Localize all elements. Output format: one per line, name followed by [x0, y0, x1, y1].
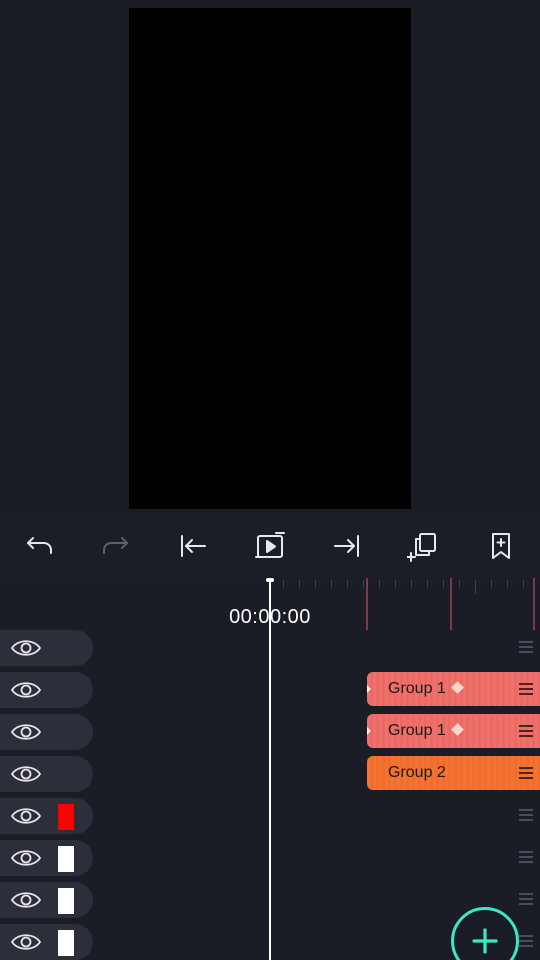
layer-controls [0, 924, 93, 960]
eye-icon[interactable] [10, 889, 42, 911]
preview-canvas[interactable] [129, 8, 411, 509]
layer-color-swatch[interactable] [58, 888, 74, 914]
drag-handle[interactable] [519, 809, 533, 821]
eye-icon[interactable] [10, 679, 42, 701]
add-bookmark-icon [492, 533, 510, 559]
play-preview-button[interactable] [250, 526, 290, 566]
keyframe-marker[interactable] [533, 578, 535, 630]
timeline-clip[interactable]: Group 1 [367, 672, 540, 706]
play-preview-icon [255, 532, 285, 558]
eye-icon[interactable] [10, 931, 42, 953]
layer-controls [0, 630, 93, 666]
drag-handle[interactable] [519, 683, 533, 695]
layer-controls [0, 756, 93, 792]
undo-button[interactable] [19, 526, 59, 566]
plus-icon [472, 928, 498, 954]
layer-color-swatch[interactable] [58, 930, 74, 956]
layer-color-swatch[interactable] [58, 804, 74, 830]
drag-handle[interactable] [519, 725, 533, 737]
clip-label: Group 1 [388, 680, 446, 697]
layer-controls [0, 672, 93, 708]
jump-to-start-icon [181, 535, 206, 557]
keyframe-marker[interactable] [450, 578, 452, 630]
duplicate-frame-icon [407, 533, 436, 562]
jump-to-start-button[interactable] [173, 526, 213, 566]
drag-handle[interactable] [519, 893, 533, 905]
layer-color-swatch[interactable] [58, 846, 74, 872]
timeline-clip[interactable]: Group 1 [367, 714, 540, 748]
playhead-cap[interactable] [266, 578, 274, 582]
layer-controls [0, 714, 93, 750]
drag-handle[interactable] [519, 851, 533, 863]
eye-icon[interactable] [10, 637, 42, 659]
add-bookmark-button[interactable] [481, 526, 521, 566]
eye-icon[interactable] [10, 763, 42, 785]
duplicate-frame-button[interactable] [404, 526, 444, 566]
keyframe-diamond[interactable] [451, 723, 464, 736]
editor-app: 00:00:00 Group 1 [0, 0, 540, 960]
clip-trim-handle[interactable] [367, 727, 371, 735]
preview-area [0, 0, 540, 512]
playhead[interactable] [269, 578, 271, 960]
drag-handle[interactable] [519, 767, 533, 779]
jump-to-end-icon [334, 535, 359, 557]
eye-icon[interactable] [10, 721, 42, 743]
redo-button[interactable] [96, 526, 136, 566]
layer-controls [0, 798, 93, 834]
layer-controls [0, 840, 93, 876]
eye-icon[interactable] [10, 847, 42, 869]
drag-handle[interactable] [519, 641, 533, 653]
eye-icon[interactable] [10, 805, 42, 827]
undo-icon [27, 537, 52, 554]
editor-toolbar [0, 512, 540, 578]
drag-handle[interactable] [519, 935, 533, 947]
jump-to-end-button[interactable] [327, 526, 367, 566]
layer-controls [0, 882, 93, 918]
clip-label: Group 1 [388, 722, 446, 739]
clip-trim-handle[interactable] [367, 685, 371, 693]
clip-label: Group 2 [388, 764, 446, 781]
redo-icon [103, 537, 128, 554]
keyframe-diamond[interactable] [451, 681, 464, 694]
timeline-clip[interactable]: Group 2 [367, 756, 540, 790]
keyframe-marker[interactable] [366, 578, 368, 630]
